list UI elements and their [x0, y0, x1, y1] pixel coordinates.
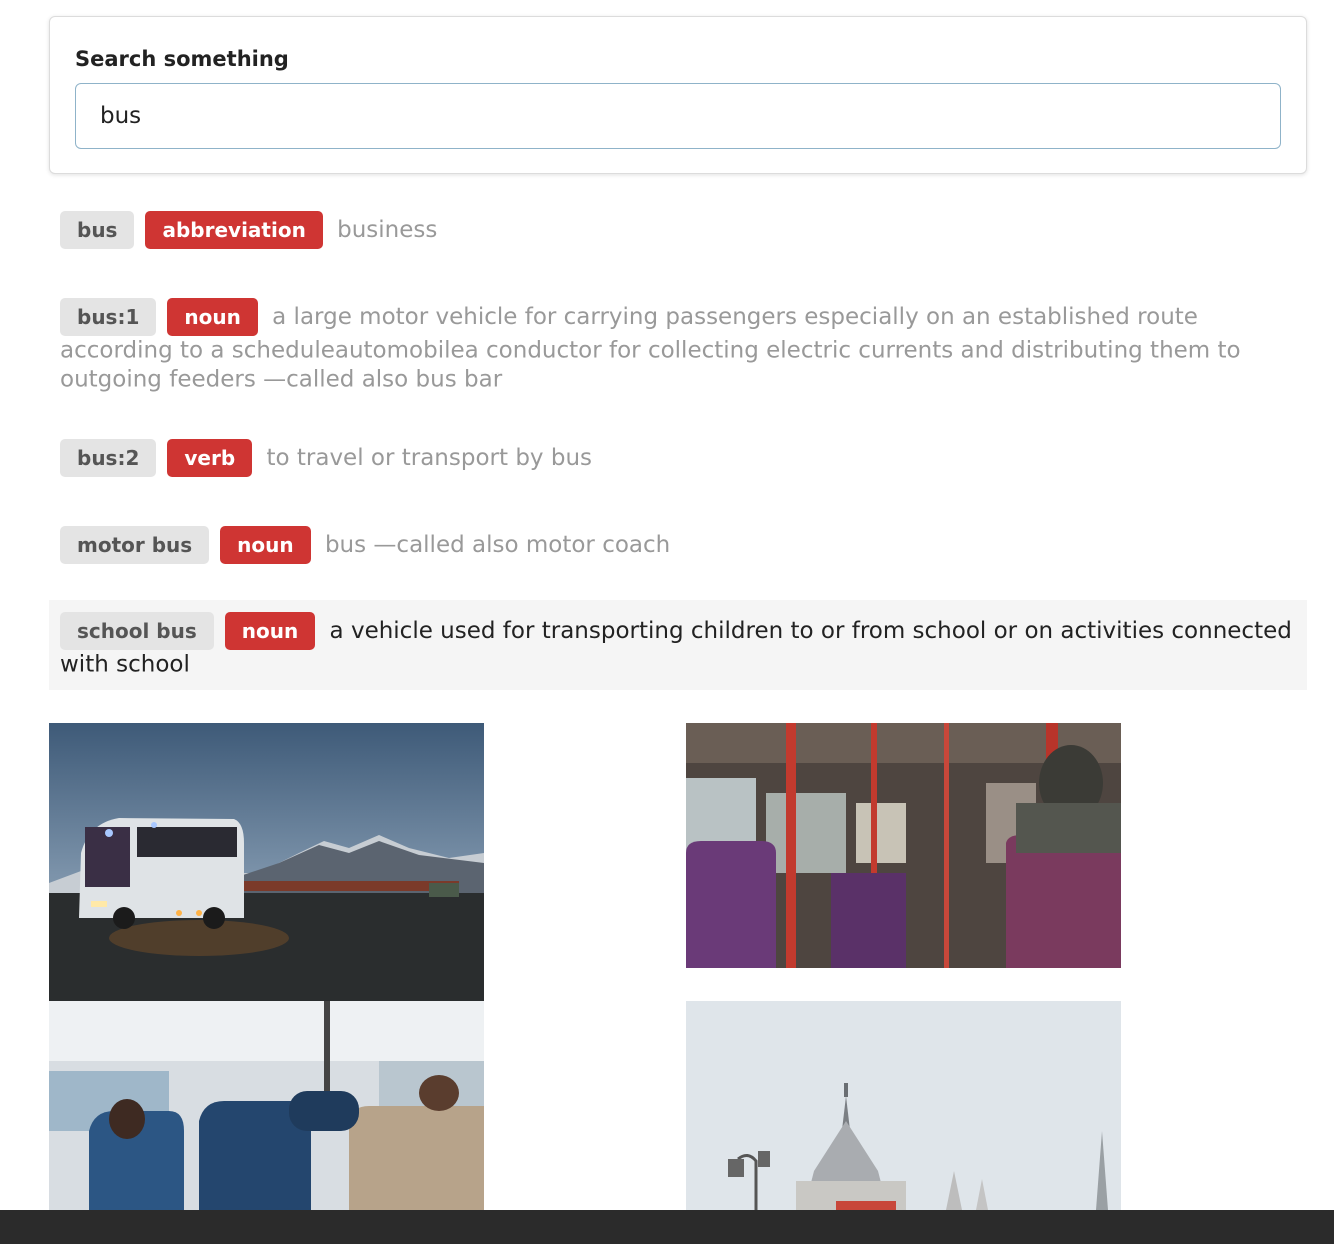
bus-mountains-photo[interactable]: [49, 723, 484, 1001]
bus-interior-seats-photo[interactable]: [49, 1001, 484, 1210]
definition-text: business: [337, 217, 438, 243]
pos-tag: noun: [220, 526, 311, 564]
city-building-photo[interactable]: [686, 1001, 1121, 1210]
result-entry[interactable]: bus abbreviation business: [49, 211, 1307, 249]
pos-tag: noun: [167, 298, 258, 336]
definition-text: bus —called also motor coach: [324, 532, 671, 558]
bottom-bar: [0, 1210, 1334, 1244]
result-entry[interactable]: bus:1 noun a large motor vehicle for carr…: [49, 298, 1307, 393]
word-tag: school bus: [60, 612, 214, 650]
result-entry[interactable]: motor bus noun bus —called also motor coa…: [49, 526, 1307, 564]
word-tag: bus:2: [60, 439, 157, 477]
search-label: Search something: [75, 47, 289, 71]
word-tag: motor bus: [60, 526, 210, 564]
result-entry[interactable]: bus:2 verb to travel or transport by bus: [49, 439, 1307, 477]
pos-tag: abbreviation: [145, 211, 323, 249]
word-tag: bus: [60, 211, 135, 249]
definition-text: to travel or transport by bus: [266, 445, 593, 471]
search-input[interactable]: [75, 83, 1281, 149]
pos-tag: verb: [167, 439, 253, 477]
result-entry-highlighted[interactable]: school bus noun a vehicle used for transp…: [49, 600, 1307, 690]
bus-interior-red-poles-photo[interactable]: [686, 723, 1121, 968]
search-card: Search something: [49, 16, 1307, 174]
word-tag: bus:1: [60, 298, 157, 336]
pos-tag: noun: [224, 612, 316, 650]
